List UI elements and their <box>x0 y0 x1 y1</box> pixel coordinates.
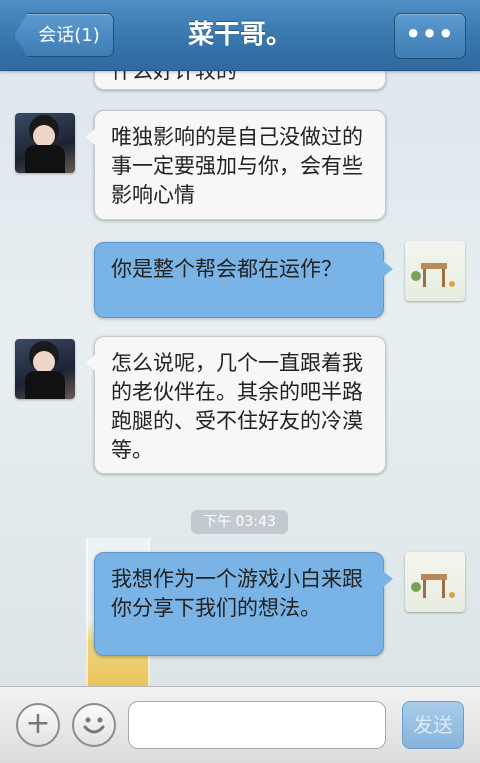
message-text: 唯独影响的是自己没做过的事一定要强加与你，会有些影响心情 <box>111 125 363 207</box>
emoji-button[interactable] <box>72 703 116 747</box>
smiley-icon <box>83 717 105 734</box>
top-navigation-bar: 会话(1) 菜干哥。 ••• <box>0 0 480 71</box>
contact-avatar[interactable] <box>15 113 75 173</box>
send-button[interactable]: 发送 <box>402 701 464 749</box>
message-bubble-incoming: 怎么说呢，几个一直跟着我的老伙伴在。其余的吧半路跑腿的、受不住好友的冷漠等。 <box>85 336 386 474</box>
message-text: 怎么说呢，几个一直跟着我的老伙伴在。其余的吧半路跑腿的、受不住好友的冷漠等。 <box>111 351 363 462</box>
message-bubble-incoming: 唯独影响的是自己没做过的事一定要强加与你，会有些影响心情 <box>85 110 386 220</box>
add-attachment-button[interactable]: + <box>16 703 60 747</box>
contact-avatar[interactable] <box>15 339 75 399</box>
message-text: 我想作为一个游戏小白来跟你分享下我们的想法。 <box>111 567 363 620</box>
timestamp-badge: 下午 03:43 <box>191 510 288 534</box>
message-bubble-outgoing: 我想作为一个游戏小白来跟你分享下我们的想法。 <box>94 552 393 656</box>
more-options-button[interactable]: ••• <box>394 13 466 59</box>
my-avatar[interactable] <box>405 241 465 301</box>
message-input-bar: + 发送 <box>0 686 480 763</box>
message-text: 你是整个帮会都在运作？ <box>111 257 342 281</box>
message-bubble-outgoing: 你是整个帮会都在运作？ <box>94 242 393 318</box>
message-input[interactable] <box>128 701 386 749</box>
my-avatar[interactable] <box>405 552 465 612</box>
plus-icon: + <box>25 706 51 741</box>
